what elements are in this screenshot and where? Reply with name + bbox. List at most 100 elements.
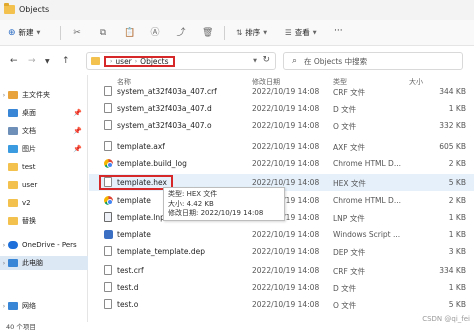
address-bar[interactable]: › user › Objects ▼ ↻ [86,52,276,70]
chevron-right-icon[interactable]: › [0,92,8,99]
sidebar-item-label: v2 [22,199,31,207]
view-button[interactable]: ☰ 查看 ▼ [285,27,317,38]
copy-icon[interactable]: ⧉ [98,28,108,38]
forward-arrow-icon[interactable]: → [28,56,36,66]
file-name: test.o [117,300,139,309]
navigation-pane: › 主文件夹 桌面 📌 文档 📌 图片 📌 test user v2 替换 › … [0,75,88,322]
file-row[interactable]: system_at32f403a_407.o 2022/10/19 14:08 … [89,117,474,134]
file-date: 2022/10/19 14:08 [252,142,320,151]
file-icon [104,86,112,96]
file-size: 1 KB [448,283,466,292]
cloud-icon [8,241,18,249]
sidebar-item-label: 桌面 [22,109,36,117]
file-size: 344 KB [439,87,466,96]
file-date: 2022/10/19 14:08 [252,178,320,187]
file-name: template.lnp [117,213,165,222]
file-size: 3 KB [448,247,466,256]
breadcrumb-user[interactable]: user [115,57,131,66]
sidebar-item-test[interactable]: test [0,160,88,174]
chevron-right-icon[interactable]: › [0,242,8,249]
file-name: system_at32f403a_407.o [117,121,212,130]
file-icon [104,120,112,130]
chrome-icon [104,159,113,168]
file-icon [104,103,112,113]
file-row[interactable]: test.o 2022/10/19 14:08 O 文件 5 KB [89,296,474,313]
paste-icon[interactable]: 📋 [124,28,135,38]
file-row[interactable]: system_at32f403a_407.d 2022/10/19 14:08 … [89,100,474,117]
toolbar-divider [224,26,225,40]
file-type: AXF 文件 [333,143,365,152]
file-size: 1 KB [448,230,466,239]
file-date: 2022/10/19 14:08 [252,300,320,309]
sidebar-item-label: OneDrive - Pers [22,241,77,249]
file-row[interactable]: template.build_log 2022/10/19 14:08 Chro… [89,155,474,172]
address-dropdown-icon[interactable]: ▼ [253,58,257,64]
file-row[interactable]: test.crf 2022/10/19 14:08 CRF 文件 334 KB [89,262,474,279]
sidebar-item-v2[interactable]: v2 [0,196,88,210]
pin-icon[interactable]: 📌 [73,145,82,153]
up-arrow-icon[interactable]: ↑ [62,56,70,66]
sidebar-item-user[interactable]: user [0,178,88,192]
file-date: 2022/10/19 14:08 [252,121,320,130]
chevron-right-icon[interactable]: › [0,303,8,310]
sidebar-item-onedrive[interactable]: › OneDrive - Pers [0,238,88,252]
view-label: 查看 [294,28,310,37]
breadcrumb-objects[interactable]: Objects [140,57,168,66]
back-arrow-icon[interactable]: ← [10,56,18,66]
file-type: DEP 文件 [333,248,366,257]
cut-icon[interactable]: ✂ [72,28,82,38]
file-date: 2022/10/19 14:08 [252,247,320,256]
sidebar-item-label: 文档 [22,127,36,135]
window-title: Objects [19,5,50,14]
sidebar-item-this-pc[interactable]: › 此电脑 [0,256,88,270]
file-type: LNP 文件 [333,214,365,223]
file-name: template.build_log [117,159,187,168]
file-name: template [117,230,151,239]
pin-icon[interactable]: 📌 [73,109,82,117]
sidebar-item-network[interactable]: › 网络 [0,299,88,313]
sort-button[interactable]: ⇅ 排序 ▼ [236,27,267,38]
delete-icon[interactable]: 🗑 [202,28,213,38]
refresh-icon[interactable]: ↻ [262,55,270,65]
file-size: 2 KB [448,196,466,205]
file-type: D 文件 [333,284,357,293]
file-type: HEX 文件 [333,179,366,188]
folder-icon [4,3,15,14]
file-row[interactable]: template.axf 2022/10/19 14:08 AXF 文件 605… [89,138,474,155]
toolbar: ⊕ 新建 ▼ ✂ ⧉ 📋 Ⓐ ⤴ 🗑 ⇅ 排序 ▼ ☰ 查看 ▼ ··· [0,20,474,46]
file-row[interactable]: test.d 2022/10/19 14:08 D 文件 1 KB [89,279,474,296]
share-icon[interactable]: ⤴ [176,28,186,38]
new-button[interactable]: ⊕ 新建 ▼ [8,27,40,38]
folder-icon [8,163,18,171]
breadcrumb: › user › Objects [104,56,175,67]
sidebar-item-desktop[interactable]: 桌面 📌 [0,106,88,120]
crumb-separator-icon: › [110,58,113,65]
pictures-icon [8,145,18,153]
sidebar-item-replace[interactable]: 替换 [0,214,88,228]
file-row[interactable]: system_at32f403a_407.crf 2022/10/19 14:0… [89,83,474,100]
file-size: 1 KB [448,213,466,222]
pin-icon[interactable]: 📌 [73,127,82,135]
watermark: CSDN @qi_fei [422,315,470,323]
rename-icon[interactable]: Ⓐ [150,28,160,38]
crumb-separator-icon: › [134,58,138,65]
file-size: 5 KB [448,178,466,187]
file-name: system_at32f403a_407.crf [117,87,217,96]
file-size: 5 KB [448,300,466,309]
sidebar-item-pictures[interactable]: 图片 📌 [0,142,88,156]
computer-icon [8,259,18,267]
file-row[interactable]: template 2022/10/19 14:08 Windows Script… [89,226,474,243]
sidebar-item-label: user [22,181,38,189]
file-size: 334 KB [439,266,466,275]
search-box[interactable]: ⌕ [283,52,463,70]
chevron-right-icon[interactable]: › [0,260,8,267]
sidebar-item-documents[interactable]: 文档 📌 [0,124,88,138]
more-button[interactable]: ··· [334,26,343,36]
chevron-down-icon: ▼ [263,29,268,36]
file-row[interactable]: template_template.dep 2022/10/19 14:08 D… [89,243,474,260]
search-input[interactable] [304,56,454,67]
file-icon [104,246,112,256]
recent-chevron-icon[interactable]: ▼ [45,58,50,65]
file-name: template_template.dep [117,247,205,256]
sidebar-item-home[interactable]: › 主文件夹 [0,88,88,102]
